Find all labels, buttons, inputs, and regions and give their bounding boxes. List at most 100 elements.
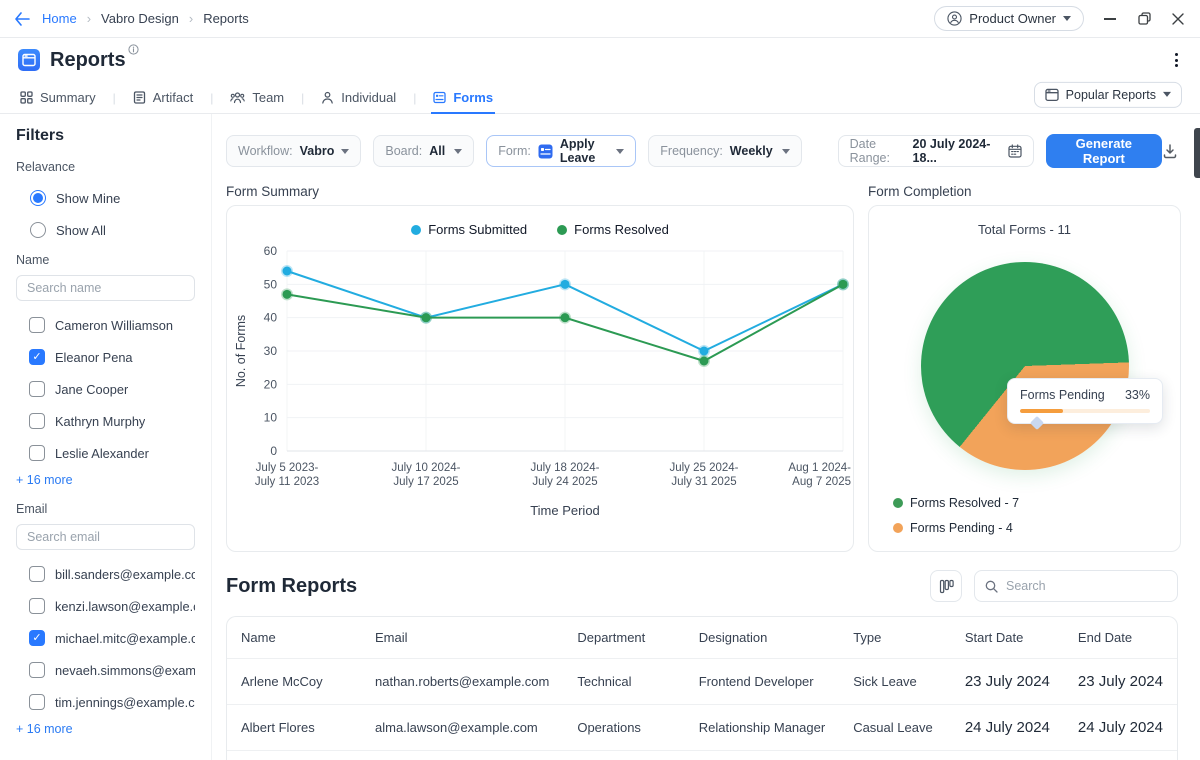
name-options: Cameron Williamson Eleanor Pena Jane Coope… (16, 317, 195, 461)
form-summary-card: Forms Submitted Forms Resolved 0 10 20 30 40 5… (226, 205, 854, 552)
info-icon[interactable] (127, 44, 139, 55)
svg-text:July 10 2024-: July 10 2024- (391, 462, 460, 474)
search-icon (985, 580, 998, 593)
workflow-dropdown[interactable]: Workflow: Vabro (226, 135, 362, 167)
pie-legend-label: Forms Pending - 4 (910, 521, 1013, 535)
name-filter-option[interactable]: Jane Cooper (29, 381, 195, 397)
columns-settings-button[interactable] (930, 570, 962, 602)
popular-reports-label: Popular Reports (1065, 87, 1156, 102)
names-more-link[interactable]: + 16 more (16, 473, 195, 487)
table-cell: 23 July 2024 (950, 659, 1064, 705)
tab-label: Forms (453, 89, 494, 105)
legend-dot (893, 523, 903, 533)
checkbox-option-label: michael.mitc@example.co... (55, 630, 195, 646)
svg-text:Time Period: Time Period (530, 503, 600, 518)
form-completion-pie[interactable] (921, 262, 1129, 470)
svg-text:50: 50 (264, 277, 278, 291)
relevance-radio-option[interactable]: Show All (30, 222, 195, 238)
checkbox-icon (29, 630, 45, 646)
relevance-radio-option[interactable]: Show Mine (30, 190, 195, 206)
minimize-button[interactable] (1102, 11, 1118, 27)
table-search-input[interactable] (1006, 579, 1167, 593)
name-filter-option[interactable]: Leslie Alexander (29, 445, 195, 461)
column-header: End Date (1063, 617, 1177, 659)
tab-team[interactable]: Team (228, 83, 286, 114)
column-header: Department (563, 617, 685, 659)
tab-summary[interactable]: Summary (18, 83, 98, 114)
report-icon (1045, 87, 1059, 101)
svg-text:July 17 2025: July 17 2025 (393, 476, 458, 488)
calendar-icon (1008, 144, 1022, 158)
back-arrow-icon[interactable] (14, 11, 30, 26)
form-dropdown[interactable]: Form: Apply Leave (486, 135, 637, 167)
tab-label: Individual (341, 89, 397, 105)
tab-label: Summary (40, 89, 96, 105)
download-icon[interactable] (1162, 143, 1178, 159)
svg-text:40: 40 (264, 311, 278, 325)
table-row[interactable] (227, 751, 1177, 760)
table-cell: 23 July 2024 (1063, 659, 1177, 705)
more-options-icon[interactable] (1171, 49, 1182, 71)
checkbox-option-label: kenzi.lawson@example.c... (55, 598, 195, 614)
checkbox-option-label: Cameron Williamson (55, 317, 174, 333)
form-summary-title: Form Summary (226, 184, 320, 199)
checkbox-option-label: bill.sanders@example.com (55, 566, 195, 582)
column-header: Designation (684, 617, 840, 659)
email-search-input[interactable] (16, 524, 195, 550)
close-button[interactable] (1170, 11, 1186, 27)
team-icon (230, 91, 246, 104)
column-header: Name (227, 617, 361, 659)
emails-more-link[interactable]: + 16 more (16, 722, 195, 736)
legend-dot (557, 224, 568, 235)
report-tabs: Summary | Artifact | Team | Individual |… (0, 81, 1200, 114)
checkbox-icon (29, 381, 45, 397)
person-icon (321, 91, 334, 104)
tab-label: Artifact (152, 89, 194, 105)
page-title: Reports (50, 48, 126, 71)
email-filter-option[interactable]: nevaeh.simmons@exampl... (29, 662, 195, 678)
tab-artifact[interactable]: Artifact (131, 83, 195, 114)
svg-text:July 31 2025: July 31 2025 (671, 476, 736, 488)
checkbox-icon (29, 413, 45, 429)
restore-button[interactable] (1136, 11, 1152, 27)
name-filter-option[interactable]: Cameron Williamson (29, 317, 195, 333)
artifact-icon (133, 90, 146, 104)
breadcrumb-project[interactable]: Vabro Design (101, 11, 179, 26)
checkbox-option-label: nevaeh.simmons@exampl... (55, 662, 195, 678)
name-filter-option[interactable]: Eleanor Pena (29, 349, 195, 365)
user-role-dropdown[interactable]: Product Owner (934, 6, 1084, 31)
scrollbar-thumb[interactable] (1194, 128, 1200, 178)
table-cell: 24 July 2024 (1063, 705, 1177, 751)
name-search-input[interactable] (16, 275, 195, 301)
table-row[interactable]: Arlene McCoy nathan.roberts@example.com Te… (227, 659, 1177, 705)
table-cell: Frontend Developer (684, 659, 840, 705)
reports-app-icon (18, 49, 40, 71)
email-filter-option[interactable]: bill.sanders@example.com (29, 566, 195, 582)
email-filter-option[interactable]: kenzi.lawson@example.c... (29, 598, 195, 614)
form-summary-chart[interactable]: 0 10 20 30 40 50 60 No. of Forms July 5 2023- Jul… (227, 239, 853, 541)
form-summary-section: Form Summary Forms Submitted Forms Resolv… (226, 184, 854, 552)
breadcrumb: Home › Vabro Design › Reports (42, 11, 249, 26)
breadcrumb-home[interactable]: Home (42, 11, 77, 26)
checkbox-icon (29, 598, 45, 614)
email-filter-option[interactable]: michael.mitc@example.co... (29, 630, 195, 646)
frequency-dropdown[interactable]: Frequency: Weekly (648, 135, 802, 167)
table-cell: Relationship Manager (684, 705, 840, 751)
popular-reports-dropdown[interactable]: Popular Reports (1033, 81, 1182, 108)
form-completion-card: Total Forms - 11 Forms Pending 33% Forms… (868, 205, 1181, 552)
table-row[interactable]: Albert Flores alma.lawson@example.com Oper… (227, 705, 1177, 751)
board-dropdown[interactable]: Board: All (373, 135, 475, 167)
page-header: Reports (0, 38, 1200, 82)
date-range-picker[interactable]: Date Range: 20 July 2024- 18... (837, 135, 1034, 167)
email-filter-option[interactable]: tim.jennings@example.com (29, 694, 195, 710)
tab-individual[interactable]: Individual (319, 83, 398, 114)
svg-text:No. of Forms: No. of Forms (234, 315, 248, 387)
filters-sidebar: Filters Relavance Show Mine Show All Name… (0, 114, 212, 760)
breadcrumb-current: Reports (203, 11, 249, 26)
svg-text:10: 10 (264, 411, 278, 425)
name-filter-option[interactable]: Kathryn Murphy (29, 413, 195, 429)
tab-label: Team (252, 89, 285, 105)
table-cell: alma.lawson@example.com (361, 705, 564, 751)
tab-forms[interactable]: Forms (431, 83, 496, 114)
generate-report-button[interactable]: Generate Report (1045, 134, 1162, 168)
